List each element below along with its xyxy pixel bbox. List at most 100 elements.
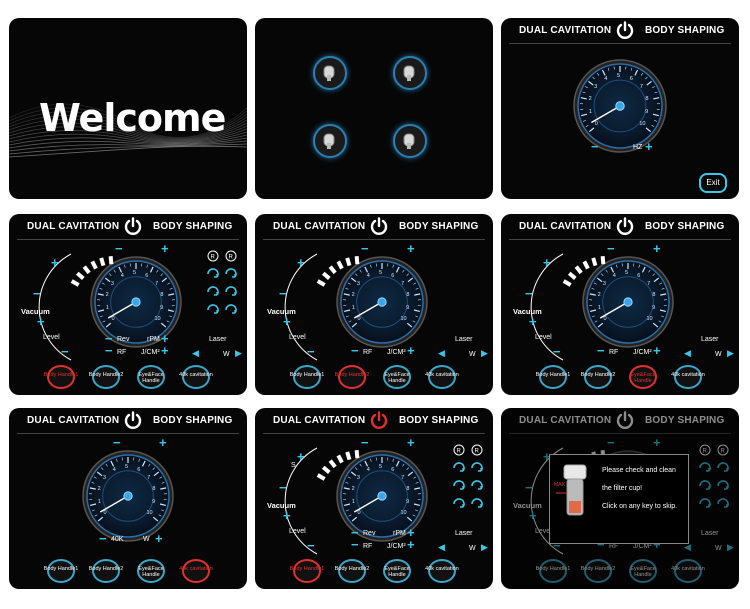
laser-left-arrow[interactable]: ◀: [192, 348, 199, 359]
laser-right-arrow[interactable]: ▶: [727, 348, 734, 359]
handle-button-label: 40k cavitation: [671, 372, 705, 378]
gauge-plus-right[interactable]: +: [407, 436, 415, 449]
handle-button-4[interactable]: 40k cavitation: [425, 559, 459, 583]
laser-right-arrow[interactable]: ▶: [235, 348, 242, 359]
laser-w-label: W: [223, 351, 230, 358]
handle-button-4[interactable]: 40k cavitation: [179, 365, 213, 389]
gauge-minus-left[interactable]: −: [361, 436, 369, 449]
cav-plus-top[interactable]: +: [159, 436, 167, 449]
handle-button-4[interactable]: 40k cavitation: [425, 365, 459, 389]
gauge-plus-right[interactable]: +: [407, 242, 415, 255]
power-icon[interactable]: [615, 216, 635, 236]
handle-button-1[interactable]: Body Handle1: [44, 559, 78, 583]
handle-button-1[interactable]: Body Handle1: [536, 365, 570, 389]
mode-title-left: DUAL CAVITATION: [519, 221, 612, 232]
header-bar: DUAL CAVITATION BODY SHAPING: [501, 214, 739, 240]
cav-minus-top[interactable]: −: [113, 436, 121, 449]
mode-title-left: DUAL CAVITATION: [519, 25, 612, 36]
screen-dialog: DUAL CAVITATIONBODY SHAPING012345678910+…: [501, 408, 739, 589]
handle-button-3[interactable]: Eye&Face Handle: [137, 365, 165, 389]
massage-mode-icons: RR: [205, 250, 241, 326]
jcm-plus-button[interactable]: +: [407, 538, 415, 551]
handle-button-3[interactable]: Eye&Face Handle: [383, 365, 411, 389]
level-minus-button[interactable]: −: [307, 539, 315, 552]
level-minus-button[interactable]: −: [553, 345, 561, 358]
svg-text:R: R: [211, 255, 216, 261]
handle-button-label: Body Handle2: [334, 372, 370, 378]
jcm-plus-button[interactable]: +: [161, 344, 169, 357]
laser-left-arrow[interactable]: ◀: [438, 542, 445, 553]
cavitation-handle-icon[interactable]: [393, 124, 427, 158]
vacuum-minus-button[interactable]: −: [279, 481, 287, 494]
power-icon[interactable]: [123, 410, 143, 430]
jcm-plus-button[interactable]: +: [653, 344, 661, 357]
body-handle1-icon[interactable]: [313, 56, 347, 90]
power-icon[interactable]: [123, 216, 143, 236]
handle-selector: Body Handle1 Body Handle2 Eye&Face Handle 4…: [501, 365, 739, 391]
power-icon[interactable]: [615, 20, 635, 40]
w-plus-button[interactable]: +: [155, 532, 163, 545]
level-plus-button[interactable]: +: [529, 315, 537, 328]
handle-button-3[interactable]: Eye&Face Handle: [137, 559, 165, 583]
gauge-minus-left[interactable]: −: [361, 242, 369, 255]
laser-right-arrow[interactable]: ▶: [481, 348, 488, 359]
jcm-plus-button[interactable]: +: [407, 344, 415, 357]
mode-title-left: DUAL CAVITATION: [27, 221, 120, 232]
vacuum-plus-button[interactable]: +: [543, 256, 551, 269]
handle-button-1[interactable]: Body Handle1: [44, 365, 78, 389]
level-plus-button[interactable]: +: [283, 315, 291, 328]
vacuum-label: Vacuum: [267, 501, 296, 510]
level-plus-button[interactable]: +: [283, 509, 291, 522]
laser-left-arrow[interactable]: ◀: [684, 348, 691, 359]
level-minus-button[interactable]: −: [61, 345, 69, 358]
freq-minus-button[interactable]: −: [591, 140, 599, 153]
vacuum-label: Vacuum: [513, 307, 542, 316]
header-bar: DUAL CAVITATION BODY SHAPING: [9, 214, 247, 240]
vacuum-minus-button[interactable]: −: [33, 287, 41, 300]
k40-minus-button[interactable]: −: [99, 532, 107, 545]
handle-button-3[interactable]: Eye&Face Handle: [629, 365, 657, 389]
handle-button-2[interactable]: Body Handle2: [335, 559, 369, 583]
rf-minus-button[interactable]: −: [351, 344, 359, 357]
handle-button-1[interactable]: Body Handle1: [290, 365, 324, 389]
handle-button-4[interactable]: 40k cavitation: [671, 365, 705, 389]
body-handle2-icon[interactable]: [393, 56, 427, 90]
handle-button-label: Eye&Face Handle: [138, 372, 164, 384]
laser-label: Laser: [209, 336, 227, 343]
gauge-minus-left[interactable]: −: [607, 242, 615, 255]
handle-button-2[interactable]: Body Handle2: [335, 365, 369, 389]
handle-button-3[interactable]: Eye&Face Handle: [383, 559, 411, 583]
level-plus-button[interactable]: +: [37, 315, 45, 328]
freq-plus-button[interactable]: +: [645, 140, 653, 153]
handle-button-2[interactable]: Body Handle2: [89, 365, 123, 389]
svg-text:R: R: [229, 255, 234, 261]
exit-button[interactable]: Exit: [699, 173, 727, 193]
handle-button-1[interactable]: Body Handle1: [290, 559, 324, 583]
mode-title-right: BODY SHAPING: [399, 221, 479, 232]
gauge-plus-right[interactable]: +: [161, 242, 169, 255]
eye-face-handle-icon[interactable]: [313, 124, 347, 158]
laser-left-arrow[interactable]: ◀: [438, 348, 445, 359]
rf-minus-button[interactable]: −: [105, 344, 113, 357]
header-divider: [17, 433, 239, 434]
rf-minus-button[interactable]: −: [597, 344, 605, 357]
power-icon[interactable]: [369, 216, 389, 236]
level-minus-button[interactable]: −: [307, 345, 315, 358]
gauge-plus-right[interactable]: +: [653, 242, 661, 255]
vacuum-plus-button[interactable]: +: [51, 256, 59, 269]
vacuum-minus-button[interactable]: −: [525, 287, 533, 300]
power-icon[interactable]: [369, 410, 389, 430]
rf-minus-button[interactable]: −: [351, 538, 359, 551]
mode-title-left: DUAL CAVITATION: [27, 415, 120, 426]
handle-button-2[interactable]: Body Handle2: [581, 365, 615, 389]
handle-button-4[interactable]: 40k cavitation: [179, 559, 213, 583]
vacuum-plus-button[interactable]: +: [297, 450, 305, 463]
filter-alert-dialog[interactable]: MAX Please check and clean the filter cup!…: [549, 454, 689, 544]
screen-handle-select: [255, 18, 493, 199]
gauge-minus-left[interactable]: −: [115, 242, 123, 255]
header-divider: [17, 239, 239, 240]
vacuum-minus-button[interactable]: −: [279, 287, 287, 300]
handle-button-2[interactable]: Body Handle2: [89, 559, 123, 583]
vacuum-plus-button[interactable]: +: [297, 256, 305, 269]
laser-right-arrow[interactable]: ▶: [481, 542, 488, 553]
